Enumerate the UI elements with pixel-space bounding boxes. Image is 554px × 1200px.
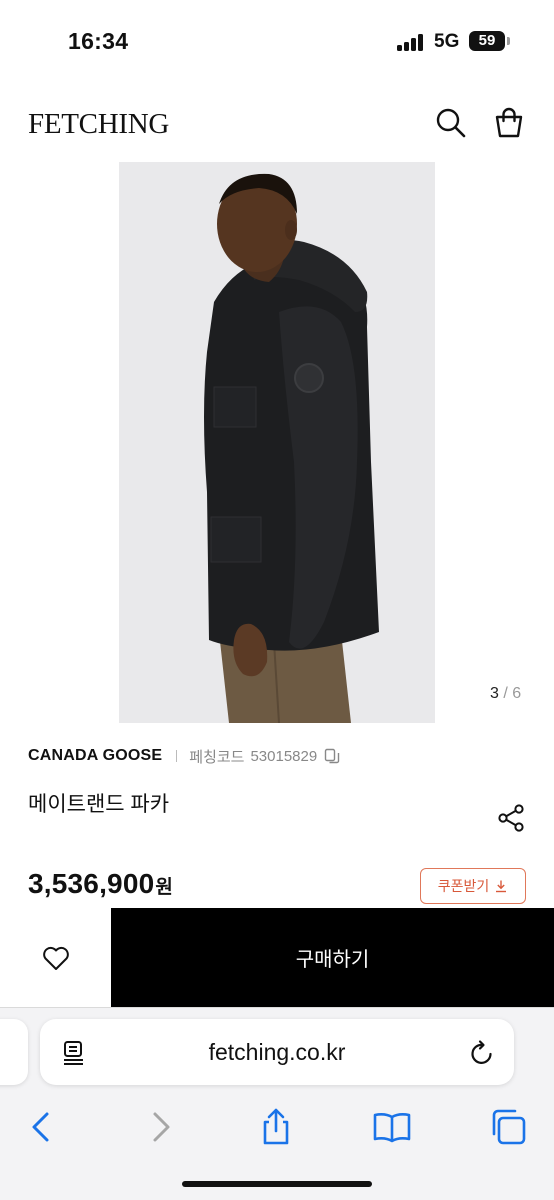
home-indicator bbox=[182, 1181, 372, 1187]
image-counter-current: 3 bbox=[490, 685, 499, 702]
bookmarks-button[interactable] bbox=[372, 1107, 412, 1147]
chevron-right-icon bbox=[153, 1112, 170, 1142]
price-value: 3,536,900 bbox=[28, 868, 155, 899]
copy-icon[interactable] bbox=[323, 747, 341, 765]
fetching-logo[interactable]: FETCHING bbox=[28, 108, 169, 141]
product-name: 메이트랜드 파카 bbox=[28, 793, 170, 816]
browser-toolbar: fetching.co.kr bbox=[0, 1007, 554, 1200]
book-icon bbox=[373, 1113, 411, 1143]
purchase-action-bar: 구매하기 bbox=[0, 908, 554, 1007]
image-counter-total: 6 bbox=[512, 685, 522, 702]
chevron-left-icon bbox=[32, 1112, 49, 1142]
product-image[interactable] bbox=[119, 162, 435, 723]
wishlist-button[interactable] bbox=[0, 908, 111, 1007]
battery-icon: 59 bbox=[469, 31, 505, 51]
fetching-code-label: 페칭코드 bbox=[189, 748, 245, 766]
app-header: FETCHING bbox=[0, 96, 554, 152]
coupon-button-label: 쿠폰받기 bbox=[437, 878, 490, 894]
address-bar[interactable]: fetching.co.kr bbox=[40, 1019, 514, 1085]
forward-button[interactable] bbox=[141, 1107, 181, 1147]
image-counter-separator: / bbox=[503, 685, 508, 702]
download-icon bbox=[496, 880, 507, 893]
status-bar: 16:34 5G 59 bbox=[0, 0, 554, 80]
fetching-code-value: 53015829 bbox=[250, 747, 318, 765]
cellular-signal-icon bbox=[397, 33, 427, 51]
tabs-icon bbox=[492, 1109, 526, 1145]
battery-cap bbox=[507, 37, 510, 45]
previous-tab-card[interactable] bbox=[0, 1019, 28, 1085]
status-time: 16:34 bbox=[68, 28, 129, 54]
url-text[interactable]: fetching.co.kr bbox=[40, 1019, 514, 1085]
reload-icon[interactable] bbox=[468, 1039, 496, 1067]
product-photo-model-parka bbox=[119, 162, 435, 723]
coupon-button[interactable]: 쿠폰받기 bbox=[420, 868, 526, 904]
tabs-button[interactable] bbox=[488, 1107, 528, 1147]
image-counter: 3 / 6 bbox=[490, 685, 521, 703]
price-currency: 원 bbox=[155, 877, 173, 898]
search-icon[interactable] bbox=[434, 106, 468, 140]
price-row: 3,536,900 원 bbox=[28, 868, 173, 900]
buy-button[interactable]: 구매하기 bbox=[111, 908, 554, 1007]
brand-name[interactable]: CANADA GOOSE bbox=[28, 747, 162, 765]
share-upload-icon bbox=[263, 1108, 289, 1145]
shopping-bag-icon[interactable] bbox=[492, 106, 526, 140]
share-icon[interactable] bbox=[496, 802, 528, 834]
network-type: 5G bbox=[434, 31, 460, 52]
back-button[interactable] bbox=[21, 1107, 61, 1147]
heart-icon bbox=[42, 946, 69, 970]
divider bbox=[176, 750, 178, 762]
brand-row: CANADA GOOSE 페칭코드 53015829 bbox=[28, 745, 341, 767]
share-sheet-button[interactable] bbox=[256, 1107, 296, 1147]
